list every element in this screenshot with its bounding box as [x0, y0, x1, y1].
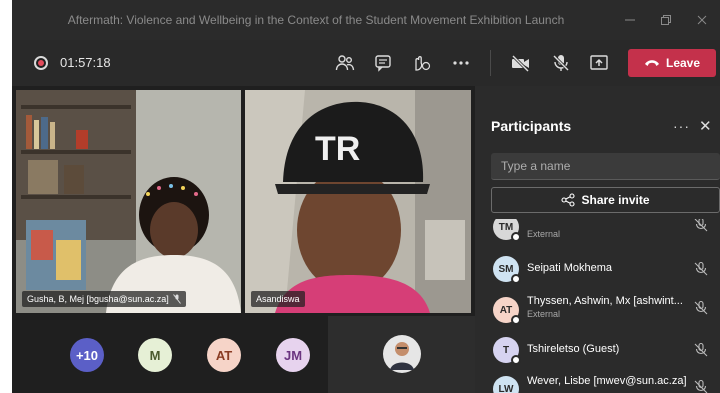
participant-search-input[interactable]: Type a name: [491, 153, 720, 180]
chat-icon[interactable]: [370, 51, 396, 75]
participant-external-label: External: [527, 309, 561, 319]
self-avatar: [383, 335, 421, 373]
mic-muted-icon: [694, 261, 708, 276]
teams-meeting-window: Aftermath: Violence and Wellbeing in the…: [12, 0, 720, 393]
video-tile-asandiswa[interactable]: TR Asandiswa: [245, 90, 471, 313]
participant-avatar: TM: [493, 219, 521, 242]
participant-item[interactable]: T Tshireletso (Guest): [475, 331, 720, 371]
avatar-m[interactable]: M: [138, 338, 172, 372]
participant-avatar: AT: [493, 297, 521, 325]
participant-name: Wever, Lisbe [mwev@sun.ac.za]: [527, 375, 687, 387]
meeting-timer: 01:57:18: [60, 55, 111, 70]
window-controls: [612, 0, 720, 40]
video-feed: [16, 90, 241, 313]
participant-name: Seipati Mokhema: [527, 262, 612, 274]
self-preview-tile[interactable]: [328, 316, 475, 393]
more-icon[interactable]: [448, 51, 474, 75]
participant-item[interactable]: SM Seipati Mokhema: [475, 249, 720, 289]
leave-label: Leave: [665, 56, 701, 70]
mic-muted-icon: [694, 219, 708, 232]
maximize-icon[interactable]: [648, 0, 684, 40]
participant-name-tag: Gusha, B, Mej [bgusha@sun.ac.za]: [22, 291, 186, 307]
meeting-toolbar: 01:57:18 Leave: [12, 40, 720, 86]
avatar-at[interactable]: AT: [207, 338, 241, 372]
participants-panel: Participants ··· ✕ Type a name Share inv…: [475, 86, 720, 393]
panel-title: Participants: [491, 118, 572, 134]
window-title: Aftermath: Violence and Wellbeing in the…: [67, 13, 565, 27]
participant-avatar: LW: [493, 376, 519, 393]
minimize-icon[interactable]: [612, 0, 648, 40]
share-screen-icon[interactable]: [586, 51, 612, 75]
close-icon[interactable]: [684, 0, 720, 40]
recording-icon: [34, 56, 48, 70]
toolbar-divider: [490, 50, 491, 76]
raise-hand-icon[interactable]: [408, 51, 434, 75]
mic-muted-icon: [694, 300, 708, 315]
avatar-jm[interactable]: JM: [276, 338, 310, 372]
participant-avatar: SM: [493, 256, 521, 284]
participant-external-label: External: [527, 229, 561, 239]
participant-item[interactable]: AT Thyssen, Ashwin, Mx [ashwint... Exter…: [475, 289, 720, 329]
more-participants-avatar[interactable]: +10: [70, 338, 104, 372]
tile-name: Gusha, B, Mej [bgusha@sun.ac.za]: [27, 294, 169, 304]
tile-name: Asandiswa: [256, 294, 300, 304]
video-tile-gusha[interactable]: Gusha, B, Mej [bgusha@sun.ac.za]: [16, 90, 241, 313]
participant-name: Thyssen, Ashwin, Mx [ashwint...: [527, 295, 683, 307]
mic-muted-icon: [694, 379, 708, 393]
video-feed: TR: [245, 90, 471, 313]
share-invite-label: Share invite: [581, 193, 650, 207]
hang-up-icon: [644, 60, 659, 66]
mic-muted-icon: [694, 342, 708, 357]
participant-item[interactable]: LW Wever, Lisbe [mwev@sun.ac.za]: [475, 369, 720, 393]
participant-name: Tshireletso (Guest): [527, 343, 620, 355]
camera-off-icon[interactable]: [508, 51, 534, 75]
leave-button[interactable]: Leave: [628, 49, 716, 77]
svg-text:TR: TR: [315, 130, 360, 168]
mic-muted-icon: [172, 294, 181, 304]
share-invite-button[interactable]: Share invite: [491, 187, 720, 213]
mic-off-icon[interactable]: [548, 51, 574, 75]
participant-avatar: T: [493, 337, 521, 365]
participants-icon[interactable]: [332, 51, 358, 75]
share-icon: [561, 193, 576, 207]
participant-name-tag: Asandiswa: [251, 291, 305, 307]
panel-close-icon[interactable]: ✕: [699, 117, 712, 135]
video-stage: Gusha, B, Mej [bgusha@sun.ac.za] TR Asan…: [12, 86, 475, 393]
panel-more-icon[interactable]: ···: [673, 118, 690, 134]
title-bar: Aftermath: Violence and Wellbeing in the…: [12, 0, 720, 40]
participant-item[interactable]: TM External: [475, 219, 720, 247]
participant-list: TM External SM Seipati Mokhema AT Thysse…: [475, 219, 720, 393]
